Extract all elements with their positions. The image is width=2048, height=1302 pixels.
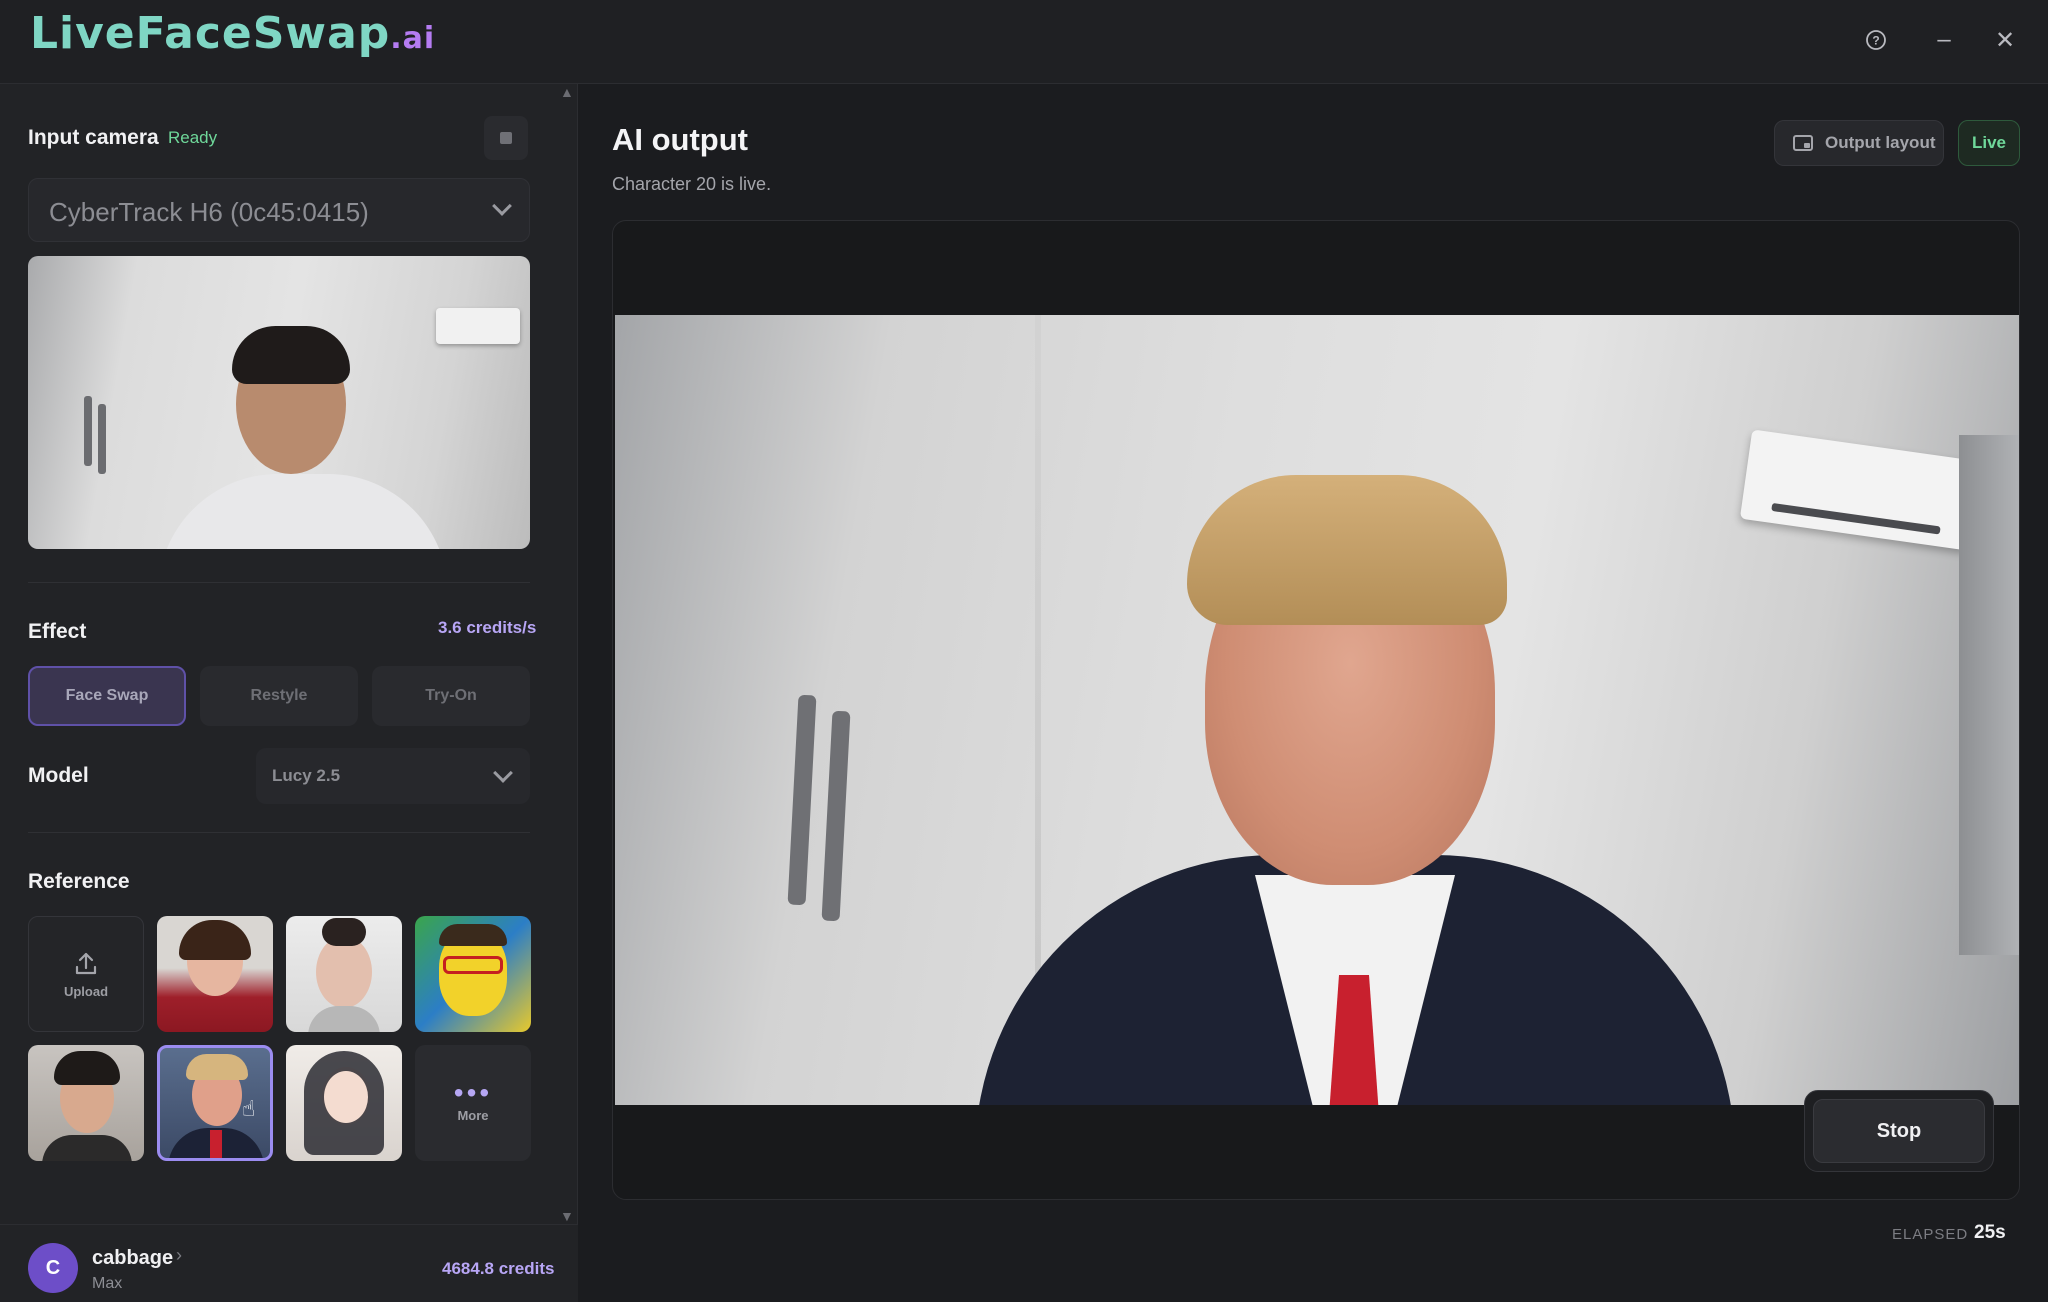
thumb-body	[42, 1135, 132, 1161]
reference-thumbnail-2[interactable]	[286, 916, 402, 1032]
elapsed-label: ELAPSED	[1892, 1226, 1969, 1243]
live-badge: Live	[1958, 120, 2020, 166]
thumb-face-front	[324, 1071, 368, 1123]
thumb-tie	[210, 1130, 222, 1158]
user-bar[interactable]: C cabbage › Max 4684.8 credits	[0, 1224, 578, 1302]
preview-wall-handle	[84, 396, 92, 466]
tab-try-on[interactable]: Try-On	[372, 666, 530, 726]
input-camera-title: Input camera	[28, 126, 159, 149]
video-air-conditioner	[1739, 429, 1981, 551]
app-logo: LiveFaceSwap.ai	[30, 8, 435, 59]
elapsed-value: 25s	[1974, 1222, 2006, 1243]
svg-text:?: ?	[1872, 34, 1879, 48]
user-credits: 4684.8 credits	[442, 1259, 555, 1278]
credits-rate: 3.6 credits/s	[438, 618, 537, 637]
minimize-icon[interactable]: –	[1924, 20, 1964, 60]
chevron-down-icon	[492, 196, 512, 216]
upload-label: Upload	[63, 983, 109, 999]
camera-select-value: CyberTrack H6 (0c45:0415)	[49, 197, 369, 227]
tab-restyle[interactable]: Restyle	[200, 666, 358, 726]
page-title: AI output	[612, 122, 749, 157]
user-name: cabbage	[92, 1247, 174, 1269]
avatar: C	[28, 1243, 78, 1293]
scroll-down-arrow[interactable]: ▼	[560, 1208, 574, 1224]
close-icon[interactable]: ✕	[1985, 20, 2025, 60]
more-references-button[interactable]: ••• More	[415, 1045, 531, 1161]
divider	[28, 832, 530, 833]
scroll-up-arrow[interactable]: ▲	[560, 84, 574, 100]
thumb-hair	[322, 918, 366, 946]
help-icon[interactable]: ?	[1856, 20, 1896, 60]
output-layout-label: Output layout	[1825, 133, 1936, 152]
video-person-hair	[1187, 475, 1507, 625]
preview-air-conditioner	[436, 308, 520, 344]
preview-person-hair	[232, 326, 350, 384]
camera-stop-button[interactable]	[484, 116, 528, 160]
logo-suffix: .ai	[390, 21, 436, 56]
thumb-hair	[186, 1054, 248, 1080]
sidebar: ▲ Input camera Ready CyberTrack H6 (0c45…	[0, 84, 578, 1302]
reference-thumbnail-1[interactable]	[157, 916, 273, 1032]
chevron-right-icon: ›	[176, 1245, 182, 1265]
camera-preview	[28, 256, 530, 549]
video-wall-handle	[821, 710, 851, 922]
page-subtitle: Character 20 is live.	[612, 174, 772, 194]
thumb-hair	[179, 920, 251, 960]
more-dots-icon: •••	[453, 1076, 493, 1108]
stop-button-container: Stop	[1804, 1090, 1994, 1172]
thumb-hair	[439, 924, 507, 946]
chevron-down-icon	[493, 763, 513, 783]
thumb-hair	[54, 1051, 120, 1085]
reference-thumbnail-4[interactable]	[28, 1045, 144, 1161]
preview-wall-handle	[98, 404, 106, 474]
divider	[28, 582, 530, 583]
thumb-body	[308, 1006, 380, 1032]
layout-icon	[1793, 135, 1813, 151]
reference-thumbnail-3[interactable]	[415, 916, 531, 1032]
upload-icon	[75, 952, 97, 974]
help-icon-glyph: ?	[1866, 30, 1886, 50]
model-title: Model	[28, 764, 89, 787]
user-plan: Max	[92, 1275, 123, 1292]
ai-output-video	[612, 220, 2020, 1200]
video-window	[1959, 435, 2019, 955]
thumb-face	[316, 936, 372, 1008]
thumb-glasses	[443, 956, 503, 974]
more-label: More	[457, 1107, 489, 1123]
output-layout-button[interactable]: Output layout	[1774, 120, 1944, 166]
cursor-hand-icon: ☝	[242, 1096, 256, 1121]
reference-thumbnail-5[interactable]: ☝	[157, 1045, 273, 1161]
camera-select[interactable]: CyberTrack H6 (0c45:0415)	[28, 178, 530, 242]
model-select[interactable]: Lucy 2.5	[256, 748, 530, 804]
model-select-value: Lucy 2.5	[272, 766, 341, 785]
logo-text: LiveFaceSwap	[30, 8, 391, 59]
video-picture	[615, 315, 2019, 1105]
stop-button[interactable]: Stop	[1813, 1099, 1985, 1163]
stop-square-icon	[500, 132, 512, 144]
preview-person-body	[158, 474, 448, 549]
reference-title: Reference	[28, 870, 130, 893]
tab-face-swap[interactable]: Face Swap	[28, 666, 186, 726]
effect-title: Effect	[28, 620, 87, 643]
video-wall-handle	[787, 694, 817, 906]
upload-reference-button[interactable]: Upload	[28, 916, 144, 1032]
title-bar: LiveFaceSwap.ai ? – ✕	[0, 0, 2048, 84]
camera-status: Ready	[168, 128, 218, 147]
reference-thumbnail-6[interactable]	[286, 1045, 402, 1161]
